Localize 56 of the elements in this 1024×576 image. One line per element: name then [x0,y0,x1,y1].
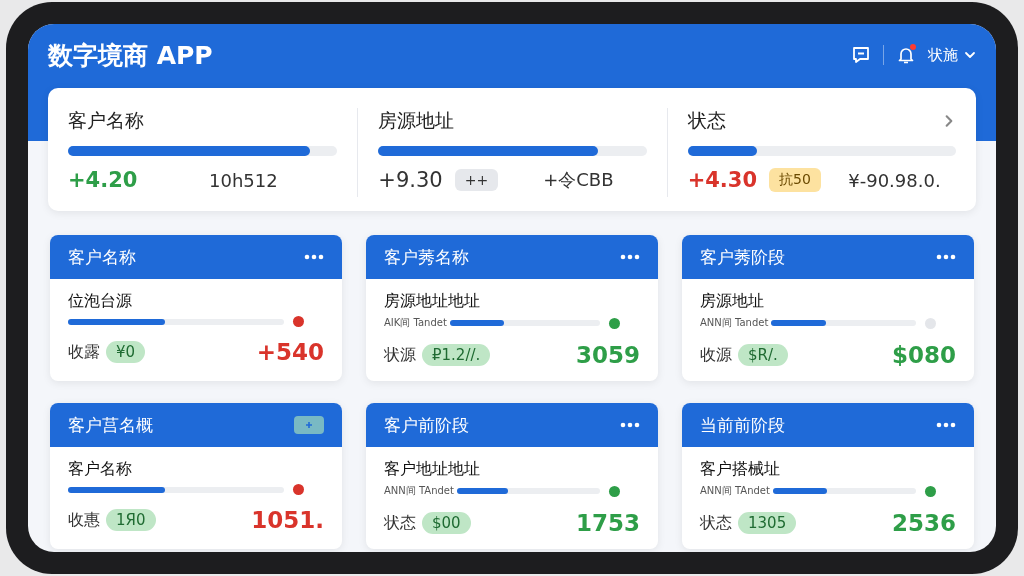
card-label: 收惠 [68,509,100,531]
card-value: 1051. [251,507,324,533]
card-value: 3059 [576,342,640,368]
card-title: 客户名称 [68,245,136,269]
summary-value: +9.30 [378,168,443,192]
more-icon[interactable] [620,422,640,428]
card-title: 客户莠名称 [384,245,469,269]
summary-note: ¥-90.98.0. [848,169,941,191]
card-label: 状态 [384,512,416,534]
more-icon[interactable] [304,254,324,260]
card-subtitle: 客户地址地址 [384,459,481,480]
plus-icon [305,421,313,429]
card-value: +540 [256,339,324,365]
summary-badge: 抗50 [769,168,821,192]
bar-caption: AIK间 Tandet [384,316,447,330]
amount-badge: ¥0 [106,341,146,363]
summary-label: 房源地址 [378,108,455,133]
card-title: 客户莠阶段 [700,245,785,269]
more-icon[interactable] [936,254,956,260]
app-title: 数字境商 APP [48,39,214,72]
bar-caption: ANN间 Tandet [700,316,769,330]
card-title: 客户莒名概 [68,413,153,437]
user-menu[interactable]: 状施 [928,45,976,65]
card-subtitle: 房源地址地址 [384,291,481,312]
summary-note: 10h512 [209,169,278,191]
card-subtitle: 位泡台源 [68,291,133,312]
summary-note: +令CBB [543,168,614,192]
amount-badge: 1305 [738,512,797,534]
card-label: 状源 [384,344,416,366]
card-title: 当前前阶段 [700,413,785,437]
chevron-down-icon [964,49,976,61]
card-label: 状态 [700,512,732,534]
summary-value: +4.20 [68,168,138,192]
more-icon[interactable] [620,254,640,260]
summary-value: +4.30 [687,168,758,192]
card-value: 1753 [576,510,640,536]
bar-caption: ANN间 TAndet [700,484,770,498]
amount-badge: $R/. [738,344,788,366]
amount-badge: ₽1.2//. [422,344,491,366]
card-subtitle: 客户搭械址 [700,459,781,480]
card-label: 收露 [68,341,100,363]
amount-badge: 1Я0 [106,509,156,531]
summary-label: 客户名称 [68,108,144,133]
bell-icon[interactable] [896,45,916,65]
more-icon[interactable] [936,422,956,428]
card-value: 2536 [892,510,956,536]
bar-caption: ANN间 TAndet [384,484,454,498]
summary-badge: ++ [454,169,499,191]
amount-badge: $00 [422,512,471,534]
card-title: 客户前阶段 [384,413,469,437]
summary-label: 状态 [687,108,726,133]
card-subtitle: 房源地址 [700,291,765,312]
card-value: $080 [892,342,956,368]
card-label: 收源 [700,344,732,366]
message-icon[interactable] [851,45,871,65]
card-subtitle: 客户名称 [68,459,133,480]
